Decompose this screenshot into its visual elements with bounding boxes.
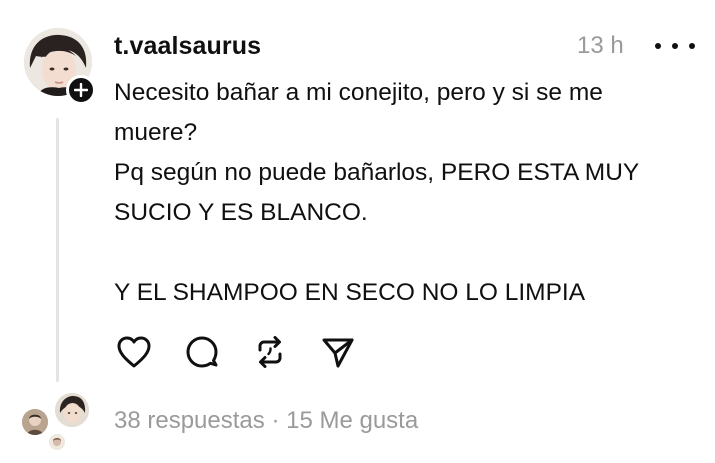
post-body-line: Necesito bañar a mi conejito, pero y si …	[114, 79, 603, 106]
share-button[interactable]	[318, 332, 358, 372]
post-stats: 38 respuestas · 15 Me gusta	[114, 405, 418, 437]
like-button[interactable]	[114, 332, 154, 372]
replier-avatar	[55, 393, 89, 427]
replies-count-link[interactable]: 38 respuestas	[114, 407, 265, 434]
comment-icon	[186, 336, 218, 368]
post-timestamp: 13 h	[577, 32, 624, 59]
post-body-line: Y EL SHAMPOO EN SECO NO LO LIMPIA	[114, 279, 586, 306]
post-body-line: muere?	[114, 119, 198, 146]
more-dot-icon	[672, 43, 678, 49]
post-body: Necesito bañar a mi conejito, pero y si …	[114, 73, 704, 313]
stats-separator: ·	[271, 407, 280, 434]
more-dot-icon	[655, 43, 661, 49]
follow-button[interactable]	[66, 75, 96, 105]
more-dot-icon	[689, 43, 695, 49]
repost-button[interactable]	[250, 332, 290, 372]
replier-avatar	[22, 409, 48, 435]
reply-button[interactable]	[182, 332, 222, 372]
post-username[interactable]: t.vaalsaurus	[114, 30, 261, 62]
more-options-button[interactable]	[655, 32, 695, 60]
replier-avatar	[49, 434, 65, 450]
thread-line	[56, 118, 59, 382]
post-actions	[114, 332, 374, 372]
heart-icon	[117, 336, 151, 368]
send-icon	[322, 338, 354, 368]
repost-icon	[258, 336, 282, 368]
plus-icon	[74, 83, 88, 97]
post-body-line: Pq según no puede bañarlos, PERO ESTA MU…	[114, 159, 640, 186]
post-body-line: SUCIO Y ES BLANCO.	[114, 199, 368, 226]
likes-count-link[interactable]: 15 Me gusta	[286, 407, 418, 434]
